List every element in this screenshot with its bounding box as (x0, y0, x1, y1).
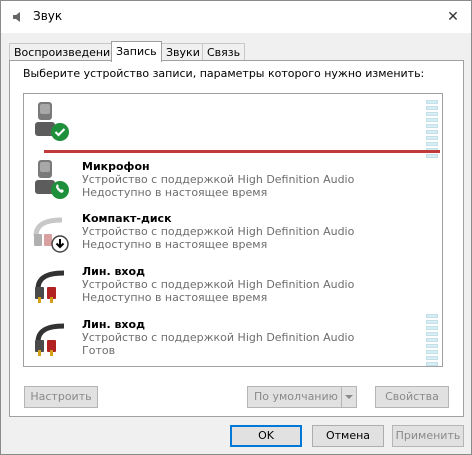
speaker-icon (13, 12, 20, 22)
window-title: Звук (33, 9, 63, 23)
device-description: Устройство с поддержкой High Definition … (82, 225, 355, 238)
line-in-cable-icon (35, 270, 65, 303)
tab-sounds[interactable]: Звуки (161, 43, 205, 61)
apply-button[interactable]: Применить (392, 425, 464, 447)
tab-playback[interactable]: Воспроизведение (9, 43, 122, 61)
properties-button[interactable]: Свойства (375, 386, 449, 408)
tab-communications[interactable]: Связь (202, 43, 246, 61)
device-item-line-in-1[interactable]: Лин. вход Устройство с поддержкой High D… (24, 257, 442, 309)
device-name: Микрофон (82, 160, 150, 173)
device-list[interactable]: Микрофон Устройство с поддержкой High De… (23, 93, 443, 367)
device-name: Лин. вход (82, 318, 145, 331)
device-description: Устройство с поддержкой High Definition … (82, 278, 355, 291)
line-in-cable-icon (35, 323, 65, 356)
device-description: Устройство с поддержкой High Definition … (82, 331, 355, 344)
tab-recording[interactable]: Запись (111, 41, 162, 62)
cancel-button[interactable]: Отмена (312, 425, 384, 447)
title-bar: Звук ✕ (1, 1, 471, 33)
configure-button[interactable]: Настроить (24, 386, 98, 408)
device-status: Недоступно в настоящее время (82, 186, 268, 199)
device-status: Недоступно в настоящее время (82, 291, 268, 304)
instruction-text: Выберите устройство записи, параметры ко… (23, 67, 425, 80)
ok-button[interactable]: OK (230, 425, 302, 447)
chevron-down-icon (345, 395, 353, 399)
device-name: Лин. вход (82, 265, 145, 278)
level-meter (426, 314, 438, 366)
device-item-cd[interactable]: Компакт-диск Устройство с поддержкой Hig… (24, 204, 442, 256)
tab-panel: Выберите устройство записи, параметры ко… (9, 60, 464, 417)
device-item-microphone[interactable]: Микрофон Устройство с поддержкой High De… (24, 152, 442, 204)
device-name: Компакт-диск (82, 212, 172, 225)
sound-dialog: Звук ✕ Воспроизведение Запись Звуки Связ… (0, 0, 472, 455)
device-status: Готов (82, 344, 116, 357)
device-description: Устройство с поддержкой High Definition … (82, 173, 355, 186)
close-button[interactable]: ✕ (441, 5, 465, 29)
microphone-default-icon (35, 102, 69, 141)
microphone-comm-icon (35, 160, 69, 199)
set-default-button[interactable]: По умолчанию (247, 386, 343, 408)
device-item-line-in-2[interactable]: Лин. вход Устройство с поддержкой High D… (24, 310, 442, 366)
cd-audio-cable-icon (33, 217, 69, 253)
device-status: Недоступно в настоящее время (82, 238, 268, 251)
set-default-dropdown[interactable] (341, 386, 357, 408)
device-item-default[interactable] (24, 94, 442, 158)
